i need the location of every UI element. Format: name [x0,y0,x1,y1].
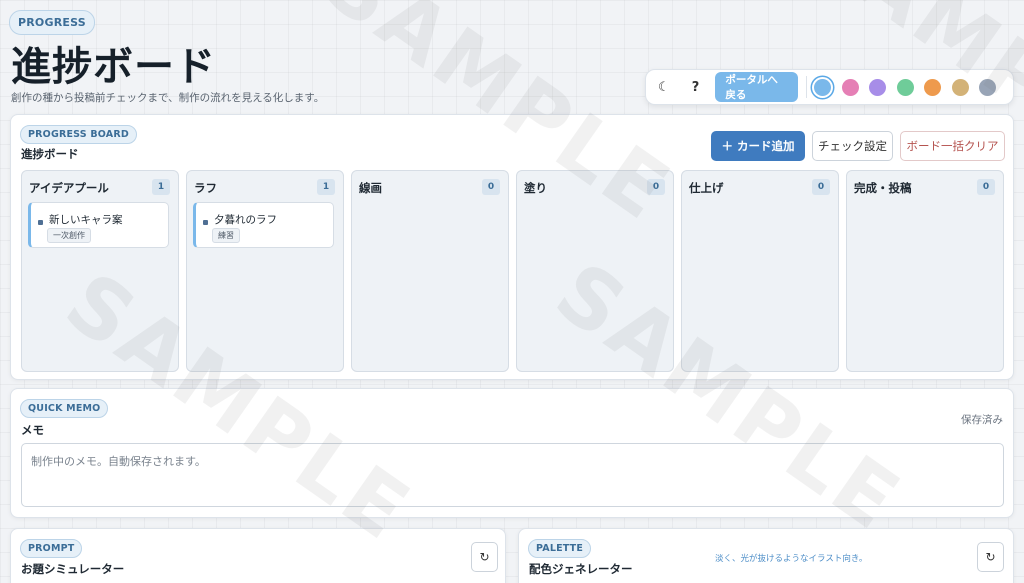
column-title: 仕上げ [689,181,724,195]
column-title: 塗り [524,181,547,195]
color-swatch-pink[interactable] [841,78,859,96]
palette-refresh-button[interactable]: ↻ [977,542,1004,572]
color-swatch-orange[interactable] [924,78,942,96]
question-icon: ? [691,79,700,95]
page-section-pill: PROGRESS [9,10,95,35]
prompt-panel: PROMPT お題シミュレーター ↻ [10,528,506,583]
column-count-badge: 1 [317,179,335,195]
column-title: ラフ [194,181,217,195]
palette-hint: 淡く、光が抜けるようなイラスト向き。 [715,554,868,564]
task-card[interactable]: 夕暮れのラフ 練習 [193,202,334,248]
theme-color-swatches [814,78,1007,96]
progress-board-panel: PROGRESS BOARD 進捗ボード ＋ カード追加 チェック設定 ボード一… [10,114,1014,380]
column-count-badge: 0 [812,179,830,195]
board-title: 進捗ボード [21,147,79,161]
top-toolbar: ☾ ? ポータルへ戻る [645,69,1014,105]
memo-title: メモ [21,423,44,437]
card-tag: 練習 [212,228,240,243]
column-count-badge: 0 [482,179,500,195]
prompt-refresh-button[interactable]: ↻ [471,542,498,572]
board-column[interactable]: 線画 0 [351,170,509,372]
check-settings-button[interactable]: チェック設定 [812,131,893,161]
color-swatch-green[interactable] [896,78,914,96]
column-title: アイデアプール [29,181,109,195]
palette-panel: PALETTE 配色ジェネレーター 淡く、光が抜けるようなイラスト向き。 ↻ [518,528,1014,583]
refresh-icon: ↻ [479,550,490,564]
board-pill: PROGRESS BOARD [20,125,137,144]
color-swatch-tan[interactable] [951,78,969,96]
drag-handle-icon [203,220,208,225]
column-title: 線画 [359,181,382,195]
dark-mode-toggle[interactable]: ☾ [652,73,676,101]
prompt-pill: PROMPT [20,539,83,558]
help-button[interactable]: ? [684,73,708,101]
column-count-badge: 0 [647,179,665,195]
task-card[interactable]: 新しいキャラ案 一次創作 [28,202,169,248]
palette-pill: PALETTE [528,539,592,558]
board-column[interactable]: 塗り 0 [516,170,674,372]
moon-icon: ☾ [658,79,670,95]
card-title: 夕暮れのラフ [214,214,277,226]
board-column[interactable]: 仕上げ 0 [681,170,839,372]
add-card-button[interactable]: ＋ カード追加 [711,131,805,161]
board-column[interactable]: ラフ 1 夕暮れのラフ 練習 [186,170,344,372]
color-swatch-purple[interactable] [869,78,887,96]
board-column[interactable]: アイデアプール 1 新しいキャラ案 一次創作 [21,170,179,372]
memo-save-status: 保存済み [961,414,1003,426]
palette-title: 配色ジェネレーター [529,562,633,576]
column-title: 完成・投稿 [854,181,912,195]
page-title: 進捗ボード [11,44,216,90]
board-column[interactable]: 完成・投稿 0 [846,170,1004,372]
clear-board-button[interactable]: ボード一括クリア [900,131,1005,161]
back-to-portal-button[interactable]: ポータルへ戻る [715,72,798,102]
card-title: 新しいキャラ案 [49,214,123,226]
drag-handle-icon [38,220,43,225]
color-swatch-blue[interactable] [814,78,832,96]
prompt-title: お題シミュレーター [21,562,125,576]
page-subtitle: 創作の種から投稿前チェックまで、制作の流れを見える化します。 [11,92,325,104]
color-swatch-slate[interactable] [979,78,997,96]
memo-pill: QUICK MEMO [20,399,109,418]
refresh-icon: ↻ [985,550,996,564]
toolbar-divider [805,76,807,98]
card-tag: 一次創作 [47,228,91,243]
column-count-badge: 1 [152,179,170,195]
column-count-badge: 0 [977,179,995,195]
quick-memo-panel: QUICK MEMO メモ 保存済み [10,388,1014,518]
memo-textarea[interactable] [21,443,1004,507]
